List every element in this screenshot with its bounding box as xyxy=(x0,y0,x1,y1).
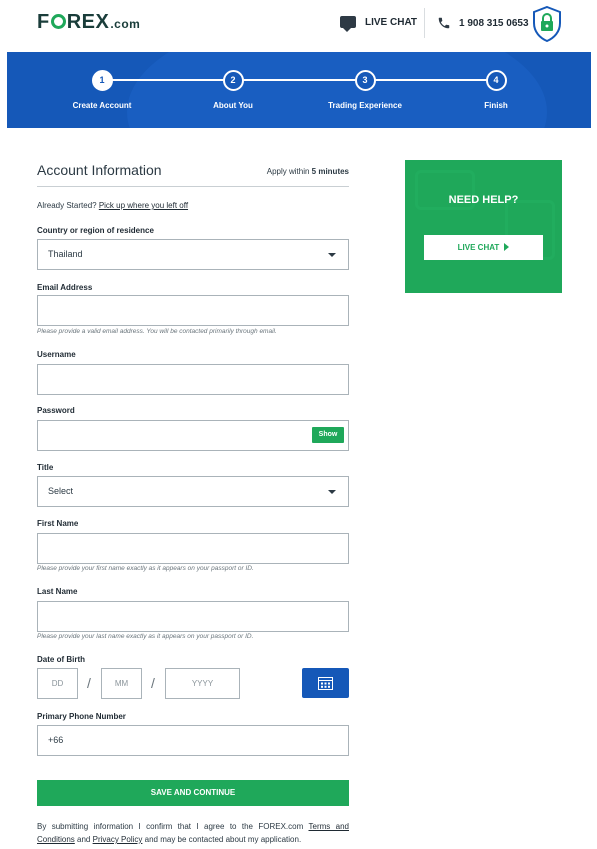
email-label: Email Address xyxy=(37,283,93,292)
title-label: Title xyxy=(37,463,54,472)
already-started: Already Started? Pick up where you left … xyxy=(37,201,188,210)
first-name-hint: Please provide your first name exactly a… xyxy=(37,565,254,572)
dob-separator: / xyxy=(151,675,155,691)
step-create-account: 1 Create Account xyxy=(42,70,162,110)
legal-and: and xyxy=(74,835,93,844)
password-label: Password xyxy=(37,406,75,415)
step-number: 4 xyxy=(485,70,507,91)
calendar-button[interactable] xyxy=(302,668,349,698)
chevron-down-icon xyxy=(328,490,336,494)
step-about-you: 2 About You xyxy=(173,70,293,110)
help-live-chat-button[interactable]: LIVE CHAT xyxy=(424,235,543,260)
step-number: 1 xyxy=(91,70,113,91)
password-field[interactable]: Show xyxy=(37,420,349,451)
title-select[interactable]: Select xyxy=(37,476,349,507)
dob-day-field[interactable]: DD xyxy=(37,668,78,699)
apply-time: 5 minutes xyxy=(311,167,349,176)
phone-label: Primary Phone Number xyxy=(37,712,126,721)
last-name-hint: Please provide your last name exactly as… xyxy=(37,633,254,640)
save-and-continue-button[interactable]: SAVE AND CONTINUE xyxy=(37,780,349,806)
header-phone-link[interactable]: 1 908 315 0653 xyxy=(437,16,529,30)
chat-bubble-icon xyxy=(340,16,356,32)
chevron-down-icon xyxy=(328,253,336,257)
title-divider xyxy=(37,186,349,187)
need-help-panel: NEED HELP? LIVE CHAT xyxy=(405,160,562,293)
logo-letters-rex: REX xyxy=(66,11,110,33)
header-phone-number: 1 908 315 0653 xyxy=(459,17,529,29)
privacy-policy-link[interactable]: Privacy Policy xyxy=(93,835,143,844)
apply-prefix: Apply within xyxy=(266,167,312,176)
last-name-field[interactable] xyxy=(37,601,349,632)
help-live-chat-label: LIVE CHAT xyxy=(457,243,500,252)
legal-text-end: and may be contacted about my applicatio… xyxy=(142,835,302,844)
first-name-field[interactable] xyxy=(37,533,349,564)
phone-icon xyxy=(438,17,450,29)
calendar-icon xyxy=(318,677,333,690)
step-number: 2 xyxy=(222,70,244,91)
header-live-chat-label: LIVE CHAT xyxy=(365,16,418,28)
progress-banner: 1 Create Account 2 About You 3 Trading E… xyxy=(7,52,591,128)
step-label: Create Account xyxy=(72,101,132,110)
country-label: Country or region of residence xyxy=(37,226,154,235)
country-select-value: Thailand xyxy=(48,249,83,259)
secure-lock-shield-icon xyxy=(533,6,561,42)
username-field[interactable] xyxy=(37,364,349,395)
logo-letter-f: F xyxy=(37,11,50,33)
first-name-label: First Name xyxy=(37,519,79,528)
step-trading-experience: 3 Trading Experience xyxy=(305,70,425,110)
forex-logo[interactable]: F REX .com xyxy=(37,11,140,34)
dob-label: Date of Birth xyxy=(37,655,85,664)
last-name-label: Last Name xyxy=(37,587,78,596)
top-header: F REX .com LIVE CHAT 1 908 315 0653 xyxy=(0,0,597,52)
logo-dotcom: .com xyxy=(110,17,141,31)
title-select-value: Select xyxy=(48,486,74,496)
step-finish: 4 Finish xyxy=(436,70,556,110)
legal-text-start: By submitting information I confirm that… xyxy=(37,822,309,831)
header-divider xyxy=(424,8,425,38)
phone-field[interactable]: +66 xyxy=(37,725,349,756)
legal-text: By submitting information I confirm that… xyxy=(37,820,349,846)
email-hint: Please provide a valid email address. Yo… xyxy=(37,328,277,335)
logo-o-circle xyxy=(50,14,66,29)
need-help-title: NEED HELP? xyxy=(448,194,519,206)
step-number: 3 xyxy=(354,70,376,91)
show-password-button[interactable]: Show xyxy=(312,427,344,443)
step-label: About You xyxy=(213,101,253,110)
dob-month-field[interactable]: MM xyxy=(101,668,142,699)
dob-year-field[interactable]: YYYY xyxy=(165,668,240,699)
username-label: Username xyxy=(37,350,76,359)
apply-within-note: Apply within 5 minutes xyxy=(267,167,349,176)
play-arrow-icon xyxy=(504,243,510,251)
resume-application-link[interactable]: Pick up where you left off xyxy=(99,201,188,210)
header-live-chat-link[interactable]: LIVE CHAT xyxy=(340,16,418,32)
step-label: Trading Experience xyxy=(328,101,402,110)
form-title: Account Information xyxy=(37,162,162,178)
country-select[interactable]: Thailand xyxy=(37,239,349,270)
already-text: Already Started? xyxy=(37,201,99,210)
email-field[interactable] xyxy=(37,295,349,326)
step-label: Finish xyxy=(484,101,508,110)
dob-separator: / xyxy=(87,675,91,691)
